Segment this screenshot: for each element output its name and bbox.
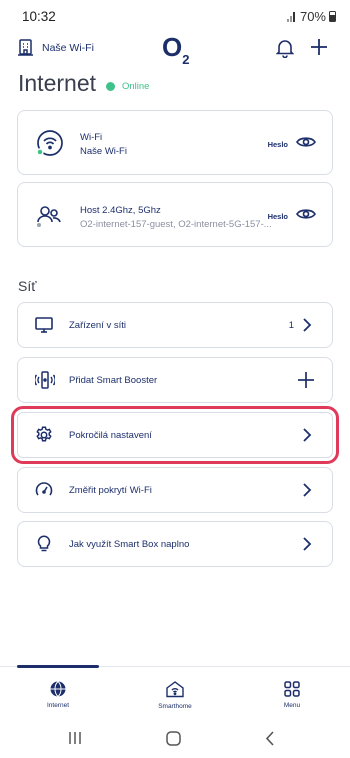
- system-navigation: [0, 722, 350, 758]
- password-label[interactable]: Heslo: [268, 140, 288, 149]
- monitor-icon: [35, 317, 53, 333]
- chevron-right-icon: [303, 318, 312, 332]
- menu-item-measure-coverage[interactable]: Změřit pokrytí Wi-Fi: [17, 467, 333, 513]
- menu-label: Jak využít Smart Box naplno: [69, 539, 190, 550]
- status-time: 10:32: [22, 9, 56, 24]
- chevron-right-icon: [303, 537, 312, 551]
- network-selector[interactable]: Naše Wi-Fi: [18, 39, 94, 56]
- eye-icon[interactable]: [296, 207, 316, 221]
- status-bar: 10:32 70%: [0, 0, 350, 34]
- tab-internet[interactable]: Internet: [18, 681, 98, 709]
- signal-icon: [286, 11, 295, 22]
- network-name: Naše Wi-Fi: [42, 41, 94, 54]
- online-label: Online: [122, 81, 150, 92]
- bell-icon[interactable]: [276, 38, 294, 58]
- password-label[interactable]: Heslo: [268, 212, 288, 221]
- tab-menu[interactable]: Menu: [252, 681, 332, 709]
- battery-percent: 70%: [299, 9, 326, 24]
- add-icon[interactable]: [309, 37, 329, 57]
- wifi-card[interactable]: Wi-Fi Naše Wi-Fi Heslo: [17, 110, 333, 175]
- eye-icon[interactable]: [296, 135, 316, 149]
- globe-icon: [50, 681, 66, 697]
- menu-label: Změřit pokrytí Wi-Fi: [69, 485, 152, 496]
- gauge-icon: [35, 482, 53, 496]
- tab-label: Smarthome: [158, 703, 192, 710]
- o2-logo: O2: [162, 32, 190, 68]
- recent-apps-icon[interactable]: [68, 731, 82, 745]
- users-icon: [36, 206, 61, 228]
- menu-item-devices[interactable]: Zařízení v síti 1: [17, 302, 333, 348]
- grid-icon: [284, 681, 300, 697]
- wifi-label: Wi-Fi: [80, 132, 103, 143]
- back-icon[interactable]: [265, 731, 275, 746]
- bottom-navigation: Internet Smarthome Menu: [0, 665, 350, 716]
- status-indicators: 70%: [286, 9, 336, 24]
- guest-wifi-card[interactable]: Host 2.4Ghz, 5Ghz O2-internet-157-guest,…: [17, 182, 333, 247]
- gear-icon: [36, 426, 52, 442]
- battery-icon: [329, 11, 336, 22]
- menu-item-add-booster[interactable]: Přidat Smart Booster: [17, 357, 333, 403]
- tab-smarthome[interactable]: Smarthome: [135, 681, 215, 710]
- device-count: 1: [288, 320, 294, 331]
- chevron-right-icon: [303, 428, 312, 442]
- app-header: Naše Wi-Fi O2: [0, 30, 350, 68]
- booster-icon: [35, 371, 55, 389]
- chevron-right-icon: [303, 483, 312, 497]
- menu-item-smart-box-tips[interactable]: Jak využít Smart Box naplno: [17, 521, 333, 567]
- plus-icon: [298, 372, 314, 388]
- menu-label: Přidat Smart Booster: [69, 375, 158, 386]
- lightbulb-icon: [37, 535, 51, 552]
- active-tab-indicator: [17, 665, 99, 668]
- page-title: Internet: [18, 70, 96, 96]
- wifi-icon: [36, 130, 63, 156]
- online-status: Online: [106, 81, 149, 92]
- tab-label: Internet: [46, 702, 70, 709]
- menu-label: Pokročilá nastavení: [69, 430, 152, 441]
- guest-label: Host 2.4Ghz, 5Ghz: [80, 205, 161, 216]
- wifi-name: Naše Wi-Fi: [80, 146, 127, 157]
- home-icon[interactable]: [166, 731, 181, 746]
- section-title: Síť: [18, 278, 37, 294]
- status-dot: [106, 82, 115, 91]
- building-icon: [18, 39, 33, 56]
- guest-names: O2-internet-157-guest, O2-internet-5G-15…: [80, 219, 272, 230]
- smarthome-icon: [166, 681, 184, 698]
- menu-label: Zařízení v síti: [69, 320, 127, 331]
- tab-label: Menu: [283, 702, 301, 709]
- menu-item-advanced-settings[interactable]: Pokročilá nastavení: [11, 406, 339, 464]
